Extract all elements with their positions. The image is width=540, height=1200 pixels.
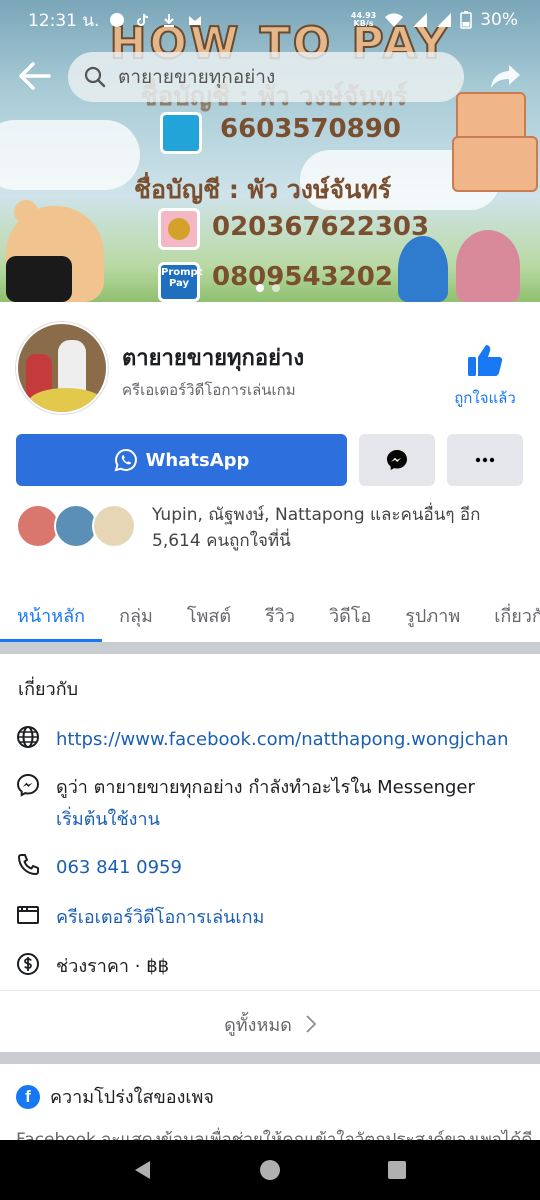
phone-icon xyxy=(18,854,39,875)
messenger-outline-icon xyxy=(16,773,40,797)
system-navigation-bar xyxy=(0,1140,540,1200)
see-all-label: ดูทั้งหมด xyxy=(224,1014,292,1036)
battery-icon xyxy=(460,11,472,29)
messenger-button[interactable] xyxy=(359,434,435,486)
download-icon xyxy=(164,14,175,27)
section-divider xyxy=(0,642,540,654)
about-phone-row[interactable]: 063 841 0959 xyxy=(16,852,182,884)
likers-summary[interactable]: Yupin, ณัฐพงษ์, Nattapong และคนอื่นๆ อีก… xyxy=(16,502,512,554)
signal-icon xyxy=(437,13,452,27)
promptpay-logo: Prompt Pay xyxy=(158,262,203,302)
transparency-section: f ความโปร่งใสของเพจ Facebook จะแสดงข้อมู… xyxy=(0,1064,540,1144)
thumbs-up-icon xyxy=(468,345,503,376)
facebook-logo-icon: f xyxy=(16,1084,40,1109)
profile-section: ตายายขายทุกอย่าง ครีเอเตอร์วิดีโอการเล่น… xyxy=(0,302,540,642)
chevron-right-icon xyxy=(306,1015,316,1033)
transparency-title: ความโปร่งใสของเพจ xyxy=(50,1087,214,1108)
cover-cloud xyxy=(0,120,140,190)
clock: 12:31 น. xyxy=(28,10,100,31)
liked-button[interactable]: ถูกใจแล้ว xyxy=(446,342,524,410)
liked-label: ถูกใจแล้ว xyxy=(454,389,516,407)
page-tabs: หน้าหลัก กลุ่ม โพสต์ รีวิว วิดีโอ รูปภาพ… xyxy=(0,588,540,642)
bank-logo-icon xyxy=(158,208,200,250)
more-button[interactable] xyxy=(447,434,523,486)
tab-videos[interactable]: วิดีโอ xyxy=(312,588,388,642)
about-heading: เกี่ยวกับ xyxy=(18,679,79,700)
likers-text: Yupin, ณัฐพงษ์, Nattapong และคนอื่นๆ อีก… xyxy=(152,505,481,551)
phone-link[interactable]: 063 841 0959 xyxy=(56,852,182,884)
messenger-icon xyxy=(387,450,407,470)
cover-account-number-1: 6603570890 xyxy=(220,114,401,144)
dollar-icon xyxy=(17,953,39,975)
search-query: ตายายขายทุกอย่าง xyxy=(118,66,276,88)
arrow-left-icon xyxy=(19,62,51,90)
tab-posts[interactable]: โพสต์ xyxy=(170,588,248,642)
nav-home-icon[interactable] xyxy=(258,1158,282,1182)
about-category-row[interactable]: ครีเอเตอร์วิดีโอการเล่นเกม xyxy=(16,902,264,934)
whatsapp-icon xyxy=(114,448,137,472)
tiktok-icon xyxy=(137,13,149,26)
cover-account-number-2: 020367622303 xyxy=(212,212,430,242)
cover-account-name-2: ชื่อบัญชี : พัว วงษ์จันทร์ xyxy=(134,175,392,204)
cover-photo[interactable]: HOW TO PAY ชื่อบัญชี : พัว วงษ์จันทร์ 66… xyxy=(0,0,540,302)
status-bar: 12:31 น. 44.93 KB/s 30% xyxy=(0,0,540,40)
gmail-icon xyxy=(189,16,202,25)
battery-percent: 30% xyxy=(480,10,518,30)
messenger-start-link[interactable]: เริ่มต้นใช้งาน xyxy=(56,804,475,836)
search-bar[interactable]: ตายายขายทุกอย่าง xyxy=(68,52,464,102)
about-messenger-row: ดูว่า ตายายขายทุกอย่าง กำลังทำอะไรใน Mes… xyxy=(16,772,475,836)
see-all-button[interactable]: ดูทั้งหมด xyxy=(0,1000,540,1048)
tab-photos[interactable]: รูปภาพ xyxy=(388,588,477,642)
cover-pager xyxy=(256,284,280,292)
back-button[interactable] xyxy=(14,56,54,96)
liker-avatar xyxy=(92,504,136,548)
search-icon xyxy=(84,66,106,88)
tab-home[interactable]: หน้าหลัก xyxy=(0,588,103,642)
tab-reviews[interactable]: รีวิว xyxy=(248,588,312,642)
about-website-row[interactable]: https://www.facebook.com/natthapong.wong… xyxy=(16,724,509,756)
whatsapp-label: WhatsApp xyxy=(145,449,250,471)
person-photo xyxy=(398,236,448,302)
app-notification-icon xyxy=(110,13,125,27)
tab-groups[interactable]: กลุ่ม xyxy=(102,588,170,642)
page-category: ครีเอเตอร์วิดีโอการเล่นเกม xyxy=(122,381,296,399)
messenger-text: ดูว่า ตายายขายทุกอย่าง กำลังทำอะไรใน Mes… xyxy=(56,777,475,798)
page-avatar[interactable] xyxy=(16,322,108,414)
share-arrow-icon xyxy=(491,65,520,88)
wifi-icon xyxy=(385,13,404,27)
phone-illustration xyxy=(6,256,72,302)
page-name: ตายายขายทุกอย่าง xyxy=(122,346,305,371)
more-dots-icon xyxy=(475,457,495,463)
share-button[interactable] xyxy=(486,56,526,96)
category-link[interactable]: ครีเอเตอร์วิดีโอการเล่นเกม xyxy=(56,902,264,934)
pager-dot xyxy=(256,284,264,292)
pager-dot xyxy=(272,284,280,292)
box-illustration xyxy=(452,136,538,192)
about-section: เกี่ยวกับ https://www.facebook.com/natth… xyxy=(0,654,540,990)
tab-about[interactable]: เกี่ยวกับ xyxy=(477,588,540,642)
signal-icon xyxy=(413,13,428,27)
liker-avatars xyxy=(16,502,136,550)
cover-account-number-3: 0809543202 xyxy=(212,262,393,292)
network-speed: 44.93 KB/s xyxy=(350,11,377,28)
website-link[interactable]: https://www.facebook.com/natthapong.wong… xyxy=(56,724,509,756)
price-range: ช่วงราคา · ฿฿ xyxy=(56,956,170,977)
separator xyxy=(0,990,540,991)
section-divider xyxy=(0,1052,540,1064)
nav-recents-icon[interactable] xyxy=(385,1158,409,1182)
category-icon xyxy=(17,906,39,924)
nav-back-icon[interactable] xyxy=(131,1158,155,1182)
transparency-title-row: f ความโปร่งใสของเพจ xyxy=(16,1082,214,1111)
about-price-row: ช่วงราคา · ฿฿ xyxy=(16,951,169,983)
whatsapp-button[interactable]: WhatsApp xyxy=(16,434,347,486)
globe-icon xyxy=(17,726,39,748)
bank-logo-icon xyxy=(160,112,202,154)
person-photo xyxy=(456,230,520,302)
